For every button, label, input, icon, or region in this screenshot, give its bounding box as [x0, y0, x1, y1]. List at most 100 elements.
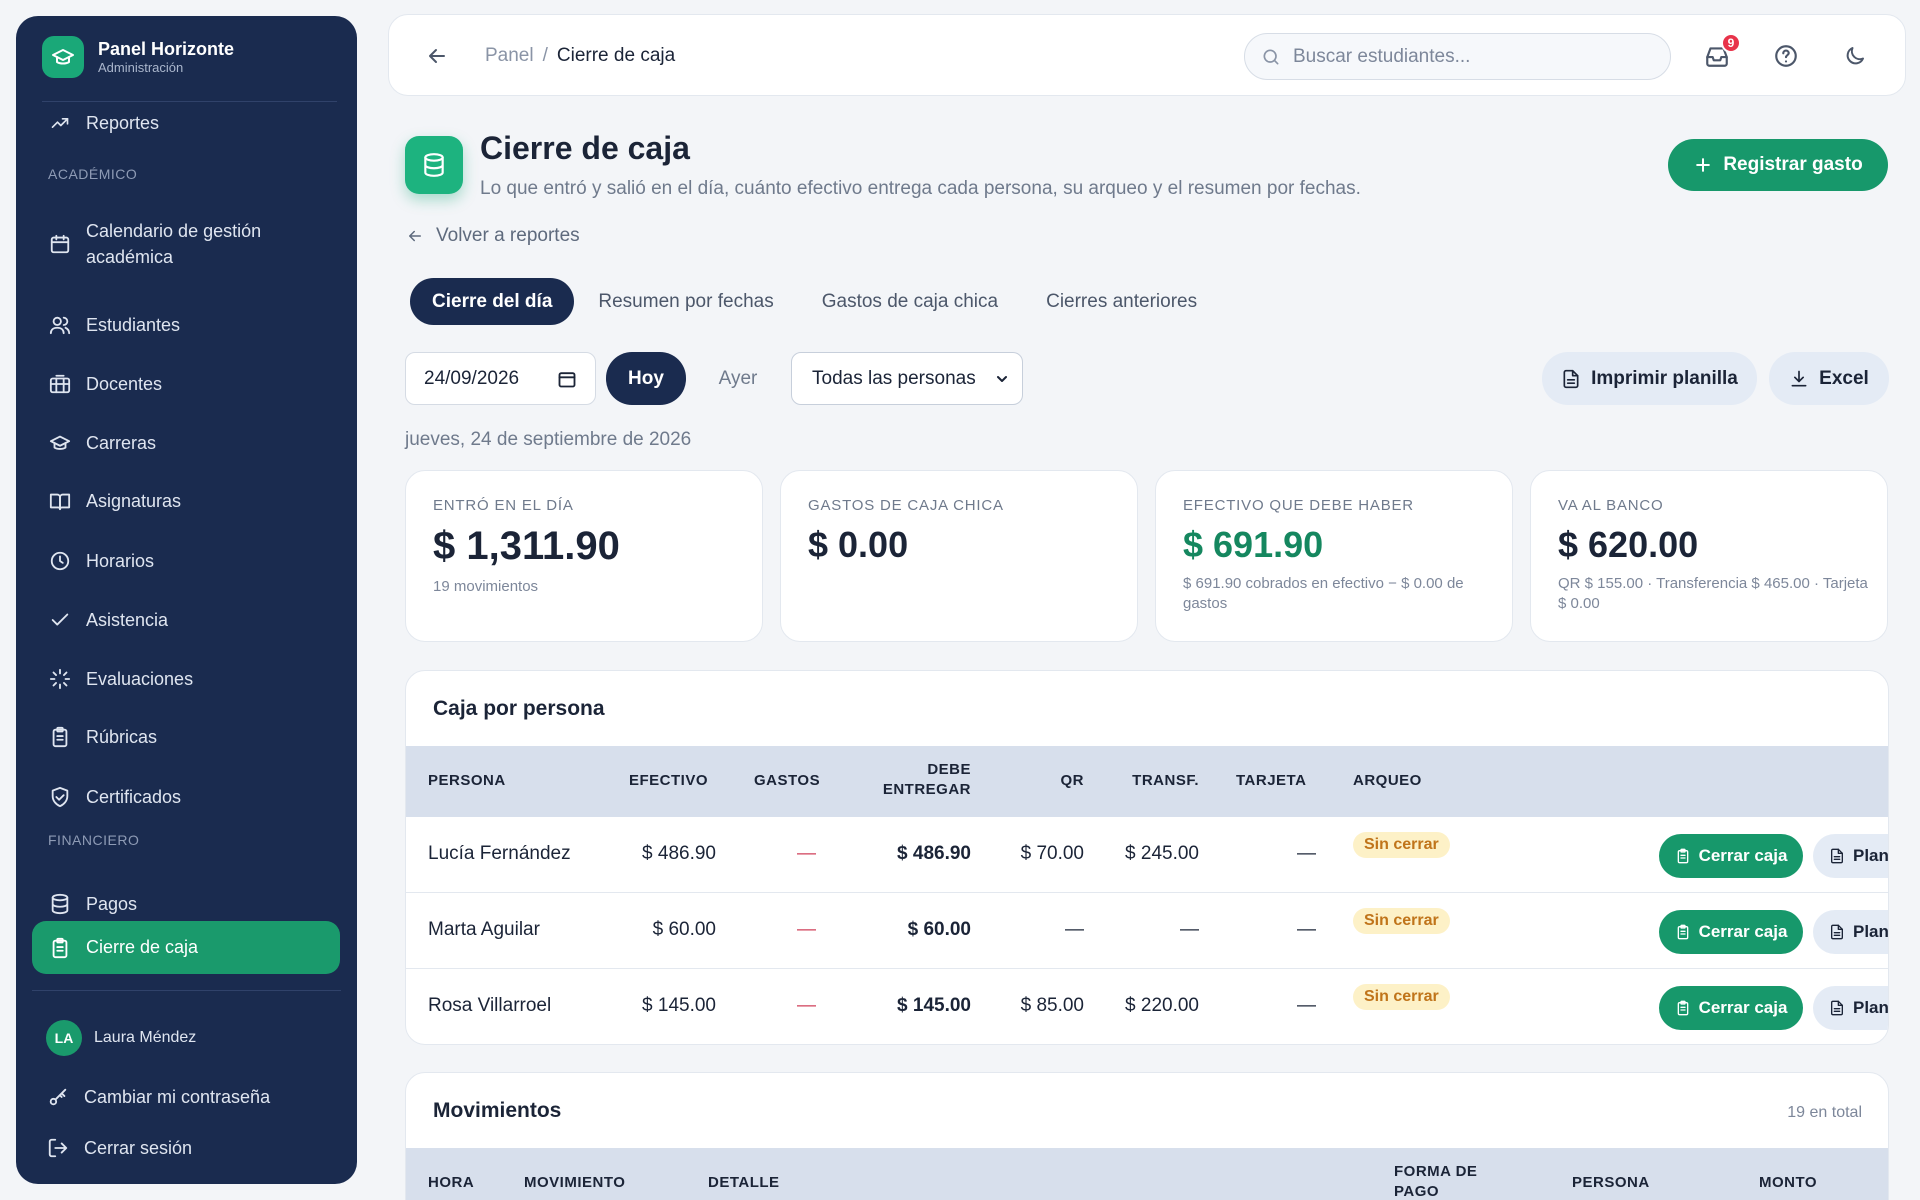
card-label: ENTRÓ EN EL DÍA	[433, 497, 574, 514]
plan-label: Plan	[1853, 846, 1889, 865]
excel-download-button[interactable]: Excel	[1769, 352, 1889, 405]
graduation-cap-icon	[48, 431, 72, 455]
sidebar-item-rubricas[interactable]: Rúbricas	[32, 720, 340, 754]
change-password-link[interactable]: Cambiar mi contraseña	[30, 1080, 338, 1114]
yesterday-button[interactable]: Ayer	[700, 352, 776, 405]
cell-gastos: —	[797, 919, 816, 940]
calendar-icon	[48, 232, 72, 256]
cell-transf: $ 220.00	[1125, 995, 1199, 1016]
sidebar-item-estudiantes[interactable]: Estudiantes	[32, 308, 340, 342]
theme-toggle-button[interactable]	[1841, 42, 1869, 70]
sidebar-item-carreras[interactable]: Carreras	[32, 426, 340, 460]
logout-link[interactable]: Cerrar sesión	[30, 1131, 338, 1165]
table-row: Lucía Fernández $ 486.90 — $ 486.90 $ 70…	[406, 817, 1889, 893]
moon-icon	[1846, 47, 1864, 65]
close-cash-label: Cerrar caja	[1698, 846, 1788, 865]
cell-transf: $ 245.00	[1125, 843, 1199, 864]
sidebar-item-label: Asistencia	[86, 609, 169, 630]
cell-tarjeta: —	[1297, 919, 1316, 940]
sidebar-item-certificados[interactable]: Certificados	[32, 780, 340, 814]
plus-icon	[1693, 155, 1713, 175]
sidebar-item-label: Docentes	[86, 373, 163, 394]
table-header: HORA MOVIMIENTO DETALLE FORMA DE PAGO PER…	[406, 1148, 1888, 1200]
close-cash-button[interactable]: Cerrar caja	[1659, 986, 1803, 1030]
register-expense-button[interactable]: Registrar gasto	[1668, 139, 1888, 191]
calendar-icon[interactable]	[557, 369, 577, 389]
plan-button[interactable]: Plan	[1813, 834, 1889, 878]
plan-button[interactable]: Plan	[1813, 910, 1888, 954]
print-sheet-label: Imprimir planilla	[1591, 367, 1738, 389]
sidebar-item-asignaturas[interactable]: Asignaturas	[32, 484, 340, 518]
tab-resumen-por-fechas[interactable]: Resumen por fechas	[574, 278, 797, 325]
sidebar-item-cierre-de-caja[interactable]: Cierre de caja	[32, 921, 340, 974]
sidebar-item-pagos[interactable]: Pagos	[32, 887, 340, 921]
brand[interactable]: Panel Horizonte Administración	[42, 36, 234, 78]
col-monto: MONTO	[1759, 1174, 1818, 1191]
card-note: $ 691.90 cobrados en efectivo − $ 0.00 d…	[1183, 575, 1464, 612]
back-arrow-icon[interactable]	[425, 44, 449, 68]
sidebar-item-label: Horarios	[86, 550, 155, 571]
breadcrumb-separator: /	[542, 45, 548, 66]
col-hora: HORA	[428, 1174, 475, 1191]
cell-persona: Marta Aguilar	[428, 919, 540, 940]
notifications-button[interactable]: 9	[1703, 33, 1741, 70]
breadcrumb-parent[interactable]: Panel	[485, 45, 534, 67]
tab-gastos-de-caja-chica[interactable]: Gastos de caja chica	[798, 278, 1022, 325]
clipboard-icon	[1675, 924, 1691, 940]
sidebar-item-label: Asignaturas	[86, 490, 182, 511]
back-to-reports-link[interactable]: Volver a reportes	[406, 225, 580, 247]
database-icon	[48, 892, 72, 916]
search-input[interactable]	[1293, 45, 1643, 68]
sidebar-item-evaluaciones[interactable]: Evaluaciones	[32, 662, 340, 696]
print-sheet-button[interactable]: Imprimir planilla	[1542, 352, 1757, 405]
sidebar-item-label: Rúbricas	[86, 726, 158, 747]
tab-cierre-del-dia[interactable]: Cierre del día	[410, 278, 575, 325]
sidebar-item-label: Certificados	[86, 786, 182, 807]
download-icon	[1789, 369, 1809, 389]
person-filter-select[interactable]: Todas las personas	[791, 352, 1023, 405]
divider	[32, 990, 341, 991]
page-subtitle: Lo que entró y salió en el día, cuánto e…	[480, 178, 1361, 199]
sidebar-item-calendario[interactable]: Calendario de gestión académica	[32, 210, 340, 278]
help-button[interactable]	[1772, 42, 1800, 70]
summary-card-income: ENTRÓ EN EL DÍA $ 1,311.90 19 movimiento…	[405, 470, 763, 642]
sidebar-item-reportes[interactable]: Reportes	[32, 106, 340, 140]
col-forma-de-pago: FORMA DE PAGO	[1394, 1162, 1477, 1200]
sidebar-item-label: Calendario de gestión académica	[86, 221, 262, 267]
sidebar-item-label: Cierre de caja	[86, 937, 199, 957]
user-profile[interactable]: LA Laura Méndez	[46, 1020, 196, 1056]
col-forma-line1: FORMA DE	[1394, 1163, 1478, 1180]
divider	[42, 101, 337, 102]
sidebar-item-docentes[interactable]: Docentes	[32, 367, 340, 401]
sidebar-item-asistencia[interactable]: Asistencia	[32, 603, 340, 637]
clipboard-icon	[1675, 1000, 1691, 1016]
sidebar-item-horarios[interactable]: Horarios	[32, 544, 340, 578]
cell-efectivo: $ 60.00	[652, 919, 716, 940]
database-icon	[405, 136, 463, 194]
col-detalle: DETALLE	[708, 1174, 780, 1191]
card-note: QR $ 155.00 · Transferencia $ 465.00 · T…	[1558, 575, 1868, 612]
clipboard-icon	[48, 936, 72, 960]
cell-transf: —	[1180, 919, 1199, 940]
search-box[interactable]	[1244, 33, 1671, 80]
card-label: EFECTIVO QUE DEBE HABER	[1183, 497, 1414, 514]
col-qr: QR	[1060, 772, 1084, 789]
brand-subtitle: Administración	[98, 60, 184, 75]
close-cash-button[interactable]: Cerrar caja	[1659, 910, 1803, 954]
close-cash-button[interactable]: Cerrar caja	[1659, 834, 1803, 878]
file-text-icon	[1829, 848, 1845, 864]
cell-gastos: —	[797, 843, 816, 864]
col-transf: TRANSF.	[1132, 772, 1199, 789]
date-field[interactable]: 24/09/2026	[405, 352, 596, 405]
col-gastos: GASTOS	[754, 772, 821, 789]
tab-cierres-anteriores[interactable]: Cierres anteriores	[1022, 278, 1221, 325]
cell-debe-entregar: $ 145.00	[897, 995, 971, 1016]
card-note: 19 movimientos	[433, 578, 539, 595]
today-button[interactable]: Hoy	[606, 352, 686, 405]
chevron-down-icon	[994, 371, 1010, 387]
date-value: 24/09/2026	[424, 367, 520, 389]
shield-check-icon	[48, 785, 72, 809]
plan-button[interactable]: Plan	[1813, 986, 1888, 1030]
file-text-icon	[1561, 369, 1581, 389]
movements-panel: Movimientos 19 en total HORA MOVIMIENTO …	[405, 1072, 1889, 1200]
